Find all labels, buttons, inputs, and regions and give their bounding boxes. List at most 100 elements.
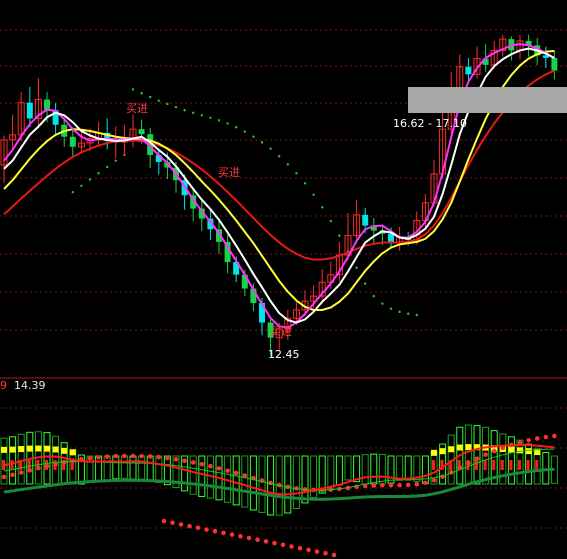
oscillator-dot (212, 528, 218, 534)
moving-averages (3, 43, 555, 329)
histogram-bar (146, 455, 154, 481)
oscillator-dot (397, 482, 402, 488)
oscillator-dot (272, 540, 277, 546)
oscillator-dot (255, 537, 260, 542)
yellow-bar (439, 448, 446, 455)
low-price-label: 12.45 (268, 348, 300, 361)
sar-dot (71, 190, 75, 194)
sar-dot (166, 102, 169, 106)
oscillator-dot (165, 455, 170, 461)
sar-dot (364, 282, 367, 285)
yellow-bar (517, 447, 523, 454)
oscillator-dot (36, 465, 41, 471)
histogram-bar (378, 453, 386, 485)
oscillator-dot (225, 468, 230, 474)
red-bar (475, 460, 478, 470)
sar-dot (174, 105, 178, 109)
buy-label: 买进 (218, 166, 240, 179)
candlesticks (0, 34, 558, 356)
histogram-bar (112, 455, 120, 480)
oscillator-dot (380, 482, 385, 488)
histogram-bar (43, 432, 51, 485)
sar-dot (278, 155, 281, 158)
histogram-bar (95, 455, 103, 482)
oscillator-dot (221, 530, 226, 536)
oscillator-dot (474, 456, 480, 461)
oscillator-dot (204, 527, 209, 532)
histogram-bar (292, 455, 300, 510)
sar-dot (329, 219, 332, 223)
red-bar (483, 460, 487, 470)
oscillator-dot (414, 481, 420, 487)
red-bar (500, 460, 504, 470)
oscillator-dot (182, 458, 187, 464)
oscillator-dot (122, 453, 127, 459)
oscillator-dot (156, 454, 162, 460)
oscillator-dot (1, 474, 7, 480)
histogram-bar (103, 455, 111, 481)
sar-dot (381, 302, 384, 305)
oscillator-dot (483, 452, 488, 457)
yellow-bar (448, 446, 455, 453)
histogram-bar (258, 455, 266, 513)
red-bar (526, 460, 530, 470)
oscillator-dot (113, 453, 119, 459)
range-highlight-box (408, 87, 567, 113)
yellow-bar (431, 449, 437, 456)
red-bar (518, 460, 521, 470)
histogram-bar (129, 455, 137, 480)
sar-dot (286, 163, 289, 166)
histogram-bar (473, 425, 481, 485)
sar-dot (149, 95, 152, 99)
oscillator-dot (306, 547, 311, 553)
oscillator-dot (246, 535, 252, 541)
yellow-bar (44, 445, 50, 452)
sar-dot (235, 126, 238, 129)
oscillator-dot (289, 544, 294, 549)
ma-line-magenta (3, 43, 555, 329)
sar-dot (389, 307, 393, 310)
oscillator-dot (178, 522, 184, 527)
histogram-bar (301, 455, 309, 504)
candle-body-down (362, 214, 369, 226)
sar-dot (321, 206, 324, 209)
yellow-bar (26, 445, 33, 452)
red-bar (432, 460, 435, 470)
sar-dot (88, 178, 92, 181)
oscillator-dot (104, 454, 110, 459)
oscillator-dot (170, 520, 175, 525)
sar-dot (106, 165, 109, 169)
sar-dot (200, 114, 203, 117)
sar-dot (415, 313, 418, 317)
yellow-bar (35, 445, 42, 452)
yellow-bar (456, 444, 463, 451)
yellow-bar (9, 446, 16, 453)
yellow-bar (508, 446, 515, 453)
oscillator-dot (543, 434, 549, 440)
lower-grid (0, 407, 567, 529)
sar-dot (192, 111, 195, 114)
candle-body-down (69, 136, 76, 147)
red-bar (10, 460, 14, 470)
sar-dot (140, 92, 143, 95)
histogram-bar (232, 455, 240, 506)
oscillator-dot (139, 453, 144, 459)
sar-dot (407, 312, 410, 315)
yellow-bar (69, 449, 76, 456)
oscillator-dot (534, 436, 540, 441)
indicator-panel (0, 424, 558, 558)
histogram-bar (267, 455, 275, 516)
red-bar (535, 460, 539, 470)
oscillator-dot (323, 551, 328, 556)
oscillator-dot (491, 448, 497, 454)
candle-body-down (26, 102, 33, 119)
oscillator-dot (405, 482, 411, 488)
yellow-bar (465, 444, 472, 451)
indicator-header-prefix: 9 (0, 379, 7, 392)
histogram-bar (335, 455, 343, 486)
oscillator-dot (199, 461, 205, 467)
oscillator-dot (147, 454, 153, 459)
sar-dot (372, 294, 375, 298)
histogram-bar (120, 455, 128, 479)
oscillator-dot (87, 455, 93, 461)
